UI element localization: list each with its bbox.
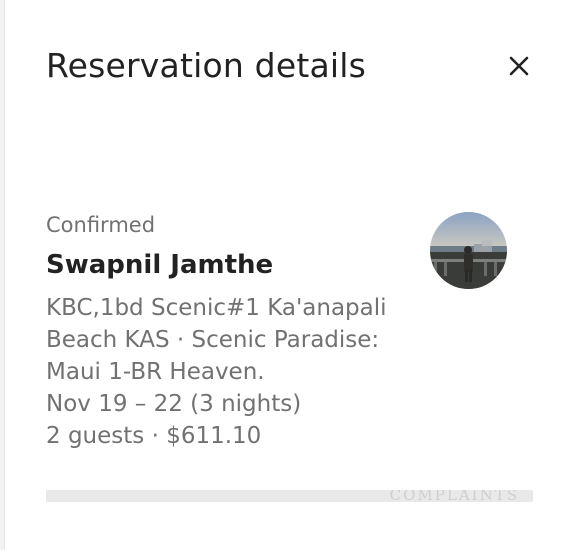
- panel-left-edge: [0, 0, 5, 550]
- listing-name-line-3: Maui 1-BR Heaven.: [46, 359, 265, 385]
- listing-name-line-2: Beach KAS · Scenic Paradise:: [46, 327, 380, 353]
- page-title: Reservation details: [46, 46, 367, 85]
- guests-and-price: 2 guests · $611.10: [46, 423, 262, 449]
- footer-bar: COMPLAINTS: [46, 490, 533, 502]
- guest-avatar-photo: [430, 212, 507, 289]
- guest-name: Swapnil Jamthe: [46, 250, 274, 280]
- reservation-dates: Nov 19 – 22 (3 nights): [46, 391, 302, 417]
- close-button[interactable]: [503, 50, 535, 82]
- reservation-status: Confirmed: [46, 213, 156, 237]
- footer-bar-partial-text: COMPLAINTS: [389, 490, 519, 502]
- close-icon: [509, 56, 529, 76]
- reservation-details: KBC,1bd Scenic#1 Ka'anapali Beach KAS · …: [46, 292, 406, 452]
- listing-name-line-1: KBC,1bd Scenic#1 Ka'anapali: [46, 295, 387, 321]
- avatar[interactable]: [430, 212, 507, 289]
